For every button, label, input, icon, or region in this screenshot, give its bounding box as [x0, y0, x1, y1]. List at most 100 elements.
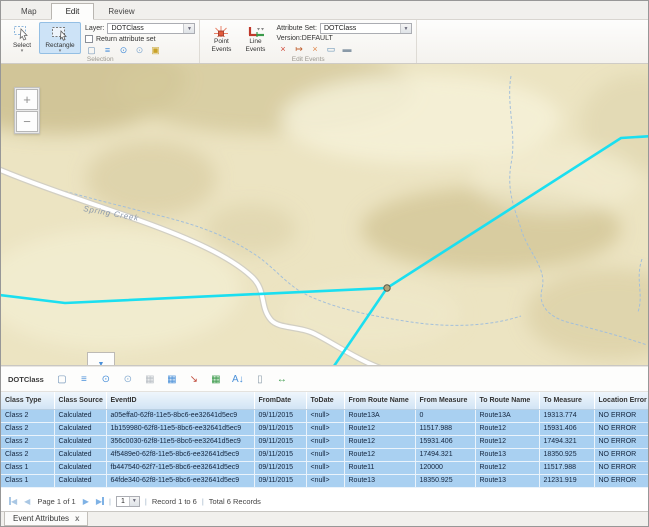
point-events-button[interactable]: Point Events	[204, 22, 238, 54]
table-row[interactable]: Class 2Calculated4f5489e0-62f8-11e5-8bc6…	[1, 448, 649, 461]
rectangle-button[interactable]: Rectangle ▾	[39, 22, 81, 54]
table-cell: Calculated	[54, 409, 106, 422]
clear-selection-icon[interactable]: ▣	[149, 44, 162, 56]
collapse-arrow-icon: ▼	[98, 361, 105, 365]
zoom-to-selection-icon[interactable]: ⊙	[117, 44, 130, 56]
separator: |	[109, 497, 111, 506]
column-header[interactable]: Location Error	[594, 392, 649, 409]
table-row[interactable]: Class 2Calculated356c0030-62f8-11e5-8bc6…	[1, 435, 649, 448]
attribute-set-label: Attribute Set:	[276, 25, 316, 32]
column-header[interactable]: Class Type	[1, 392, 54, 409]
table-cell: Calculated	[54, 474, 106, 487]
delete-event-icon[interactable]: ×	[276, 43, 289, 55]
tab-event-attributes-label: Event Attributes	[13, 514, 69, 523]
ribbon-tab-bar: Map Edit Review	[1, 1, 648, 20]
page-status: Page 1 of 1	[37, 497, 75, 506]
tab-edit[interactable]: Edit	[51, 3, 95, 20]
route-junction-marker[interactable]	[384, 285, 390, 291]
table-cell: Calculated	[54, 448, 106, 461]
zoom-out-button[interactable]: −	[16, 111, 38, 132]
table-cell: Class 2	[1, 422, 54, 435]
select-icon	[13, 25, 31, 41]
fit-columns-icon[interactable]: ↔	[274, 372, 290, 387]
bottom-tab-bar: Event Attributes x	[1, 511, 648, 527]
table-cell: Calculated	[54, 422, 106, 435]
table-cell: 21231.919	[539, 474, 594, 487]
column-header[interactable]: To Route Name	[475, 392, 539, 409]
pan-to-selection-icon[interactable]: ⊙	[133, 44, 146, 56]
application-window: Map Edit Review Select ▾ Rectangle ▾	[0, 0, 649, 527]
table-row[interactable]: Class 2Calculateda05effa0-62f8-11e5-8bc6…	[1, 409, 649, 422]
page-number-combo[interactable]: 1 ▼	[116, 496, 140, 507]
column-header[interactable]: To Measure	[539, 392, 594, 409]
event-table-icon[interactable]: ▬	[340, 43, 353, 55]
split-event-icon[interactable]: ×	[308, 43, 321, 55]
table-cell: 356c0030-62f8-11e5-8bc6-ee32641d5ec9	[106, 435, 254, 448]
table-cell: <null>	[306, 448, 344, 461]
table-cell: <null>	[306, 474, 344, 487]
last-page-button[interactable]: ▶	[96, 497, 104, 507]
offset-event-icon[interactable]: ↦	[292, 43, 305, 55]
return-attribute-set-checkbox[interactable]	[85, 35, 93, 43]
line-events-button[interactable]: Line Events	[238, 22, 272, 54]
column-header[interactable]: ToDate	[306, 392, 344, 409]
chevron-down-icon[interactable]: ▾	[21, 49, 24, 53]
close-icon[interactable]: x	[75, 514, 79, 523]
table-cell: 18350.925	[539, 448, 594, 461]
attribute-set-combo[interactable]: DOTClass ▼	[320, 23, 412, 34]
edit-events-tools-strip: ×↦×▭▬	[276, 43, 411, 55]
save-icon[interactable]: ▦	[142, 372, 158, 387]
column-header[interactable]: EventID	[106, 392, 254, 409]
next-page-button[interactable]: ▶	[83, 497, 89, 507]
table-row[interactable]: Class 1Calculated64fde340-62f8-11e5-8bc6…	[1, 474, 649, 487]
chevron-down-icon[interactable]: ▾	[59, 49, 62, 53]
tab-review[interactable]: Review	[94, 4, 148, 19]
report-icon[interactable]: ▯	[252, 372, 268, 387]
select-records-icon[interactable]: ▢	[54, 372, 70, 387]
table-cell: NO ERROR	[594, 409, 649, 422]
point-events-label: Point Events	[205, 38, 237, 53]
table-cell: Class 2	[1, 448, 54, 461]
zoom-in-button[interactable]: +	[16, 89, 38, 110]
panel-title: DOTClass	[8, 375, 44, 384]
selection-group-label: Selection	[1, 56, 199, 63]
table-cell: Route13	[344, 474, 415, 487]
tab-map[interactable]: Map	[7, 4, 51, 19]
table-row[interactable]: Class 2Calculated1b159980-62f8-11e5-8bc6…	[1, 422, 649, 435]
attribute-table-icon[interactable]: ▦	[164, 372, 180, 387]
column-header[interactable]: From Route Name	[344, 392, 415, 409]
table-cell: 09/11/2015	[254, 461, 306, 474]
pan-to-selected-icon[interactable]: ⊙	[120, 372, 136, 387]
chevron-down-icon[interactable]: ▼	[183, 24, 194, 33]
select-by-rectangle-icon[interactable]: ▢	[85, 44, 98, 56]
zoom-to-selected-icon[interactable]: ⊙	[98, 372, 114, 387]
append-records-icon[interactable]: ▦	[208, 372, 224, 387]
table-cell: Class 2	[1, 435, 54, 448]
sort-records-icon[interactable]: A↓	[230, 372, 246, 387]
export-records-icon[interactable]: ↘	[186, 372, 202, 387]
chevron-down-icon[interactable]: ▼	[400, 24, 411, 33]
table-row[interactable]: Class 1Calculatedfb447540-62f7-11e5-8bc6…	[1, 461, 649, 474]
table-cell: 64fde340-62f8-11e5-8bc6-ee32641d5ec9	[106, 474, 254, 487]
show-all-records-icon[interactable]: ≡	[76, 372, 92, 387]
chevron-down-icon[interactable]: ▼	[129, 497, 139, 506]
layer-combo[interactable]: DOTClass ▼	[107, 23, 195, 34]
column-header[interactable]: Class Source	[54, 392, 106, 409]
previous-page-button[interactable]: ◀	[24, 497, 30, 507]
table-cell: Class 1	[1, 474, 54, 487]
layer-combo-value: DOTClass	[108, 25, 183, 32]
tab-event-attributes[interactable]: Event Attributes x	[4, 512, 88, 527]
selection-list-icon[interactable]: ≡	[101, 44, 114, 56]
map-canvas[interactable]: Spring Creek + − ▼	[1, 64, 648, 365]
first-page-button[interactable]: ◀	[9, 497, 17, 507]
ribbon: Select ▾ Rectangle ▾ Layer: DOTClass ▼	[1, 20, 648, 64]
panel-collapse-button[interactable]: ▼	[87, 352, 115, 365]
select-button[interactable]: Select ▾	[5, 22, 39, 54]
table-cell: NO ERROR	[594, 422, 649, 435]
event-window-icon[interactable]: ▭	[324, 43, 337, 55]
table-cell: NO ERROR	[594, 474, 649, 487]
column-header[interactable]: FromDate	[254, 392, 306, 409]
column-header[interactable]: From Measure	[415, 392, 475, 409]
table-cell: <null>	[306, 461, 344, 474]
table-header-row: Class TypeClass SourceEventIDFromDateToD…	[1, 392, 649, 409]
